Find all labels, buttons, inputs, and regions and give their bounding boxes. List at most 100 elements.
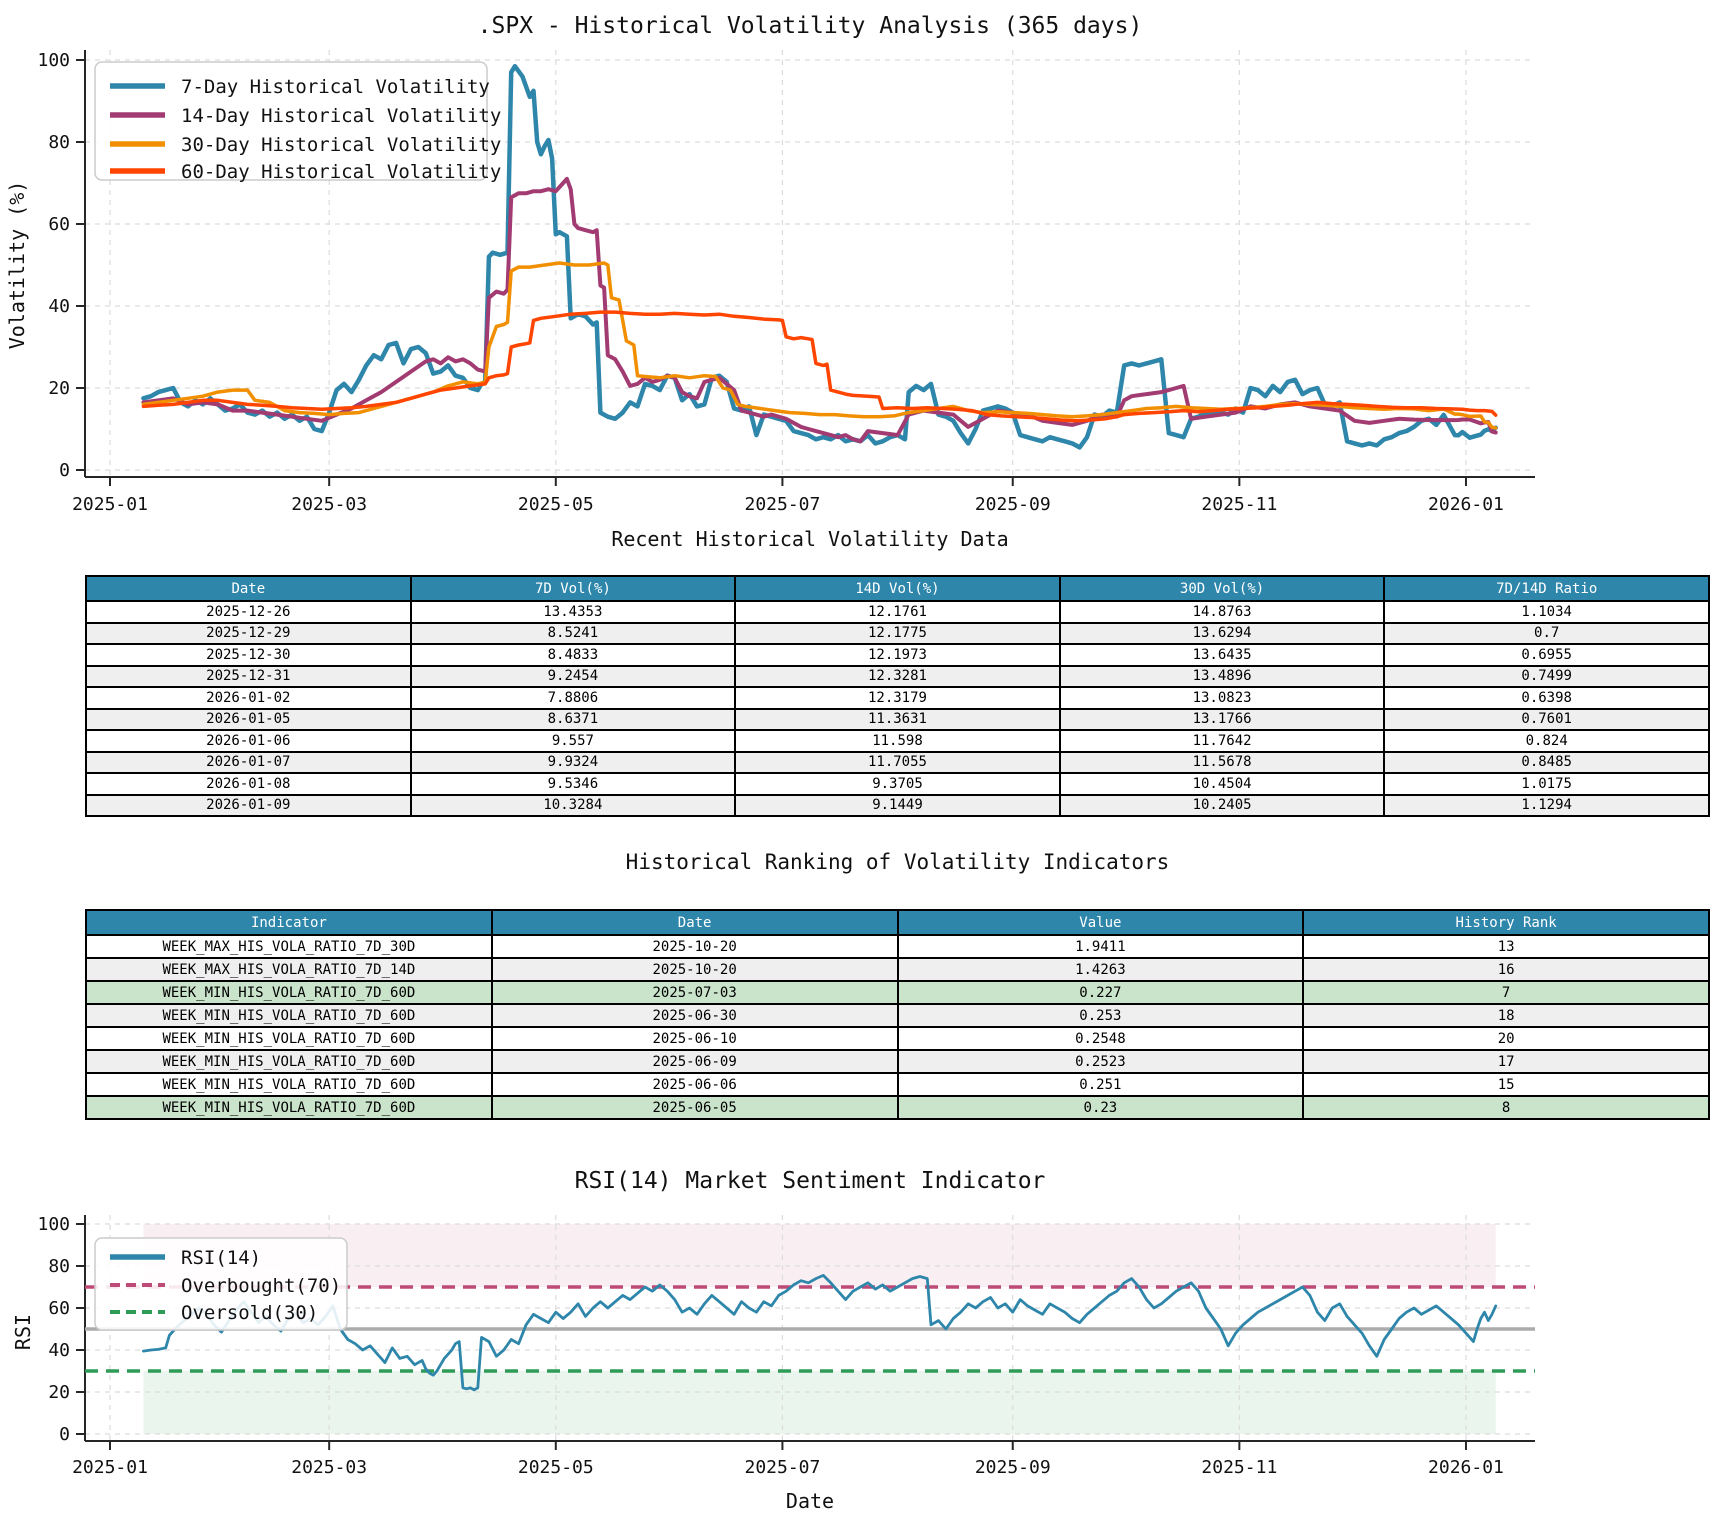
- legend-label: 14-Day Historical Volatility: [181, 105, 501, 127]
- cell: 0.6955: [1383, 643, 1710, 667]
- cell: 8.5241: [409, 621, 737, 645]
- cell: 0.7601: [1383, 707, 1710, 731]
- cell: 16: [1302, 957, 1710, 982]
- cell: 11.3631: [734, 707, 1061, 731]
- table-row: WEEK_MIN_HIS_VOLA_RATIO_7D_60D 2025-06-06…: [85, 1072, 1710, 1097]
- column-header: History Rank: [1302, 909, 1710, 936]
- cell: 12.3281: [734, 664, 1061, 688]
- series-line-1: [141, 176, 1498, 444]
- cell: 2025-06-05: [490, 1095, 899, 1120]
- ranking-table: Indicator Date Value History Rank WEEK_MAX_H…: [85, 909, 1710, 1120]
- cell: 2025-06-09: [490, 1049, 899, 1074]
- threshold-band: [143, 1371, 1496, 1434]
- table-row: 2026-01-07 9.9324 11.7055 11.5678 0.8485: [85, 750, 1710, 774]
- x-tick-label: 2025-03: [291, 494, 367, 515]
- cell: WEEK_MIN_HIS_VOLA_RATIO_7D_60D: [85, 980, 493, 1005]
- cell: 11.7055: [734, 750, 1061, 774]
- rsi-chart: 0 20 40 60 80 100 2025-01 2025-03 2025-05 2025-07…: [11, 1168, 1535, 1513]
- cell: 2025-12-30: [85, 643, 412, 667]
- cell: 13.4896: [1058, 664, 1386, 688]
- column-header: 14D Vol(%): [734, 575, 1061, 602]
- chart-title: RSI(14) Market Sentiment Indicator: [575, 1168, 1046, 1194]
- x-axis-label: Date: [786, 1489, 834, 1513]
- column-header: Date: [490, 909, 899, 936]
- cell: 15: [1302, 1072, 1710, 1097]
- cell: 2025-12-26: [85, 600, 412, 624]
- cell: 14.8763: [1058, 600, 1386, 624]
- cell: 1.1034: [1383, 600, 1710, 624]
- x-tick-label: 2025-07: [744, 1457, 820, 1478]
- cell: 8.6371: [409, 707, 737, 731]
- x-tick-label: 2025-01: [72, 1457, 148, 1478]
- cell: 1.9411: [896, 934, 1305, 959]
- cell: 7.8806: [409, 686, 737, 710]
- cell: 2026-01-05: [85, 707, 412, 731]
- cell: 0.7: [1383, 621, 1710, 645]
- x-axis-label: Recent Historical Volatility Data: [611, 527, 1008, 551]
- y-tick-label: 80: [48, 1256, 70, 1277]
- cell: 11.5678: [1058, 750, 1386, 774]
- y-axis-label: RSI: [11, 1314, 35, 1350]
- cell: 12.1775: [734, 621, 1061, 645]
- table-row: 2026-01-08 9.5346 9.3705 10.4504 1.0175: [85, 772, 1710, 796]
- y-tick-label: 40: [48, 1340, 70, 1361]
- cell: 2025-10-20: [490, 957, 899, 982]
- cell: 13.6435: [1058, 643, 1386, 667]
- x-tick-label: 2025-11: [1201, 1457, 1277, 1478]
- cell: 9.557: [409, 729, 737, 753]
- cell: 8.4833: [409, 643, 737, 667]
- table-header-row: Date 7D Vol(%) 14D Vol(%) 30D Vol(%) 7D/14D …: [85, 575, 1710, 602]
- x-tick-label: 2025-01: [72, 494, 148, 515]
- table-row: 2026-01-02 7.8806 12.3179 13.0823 0.6398: [85, 686, 1710, 710]
- table-row: 2025-12-30 8.4833 12.1973 13.6435 0.6955: [85, 643, 1710, 667]
- table-row: WEEK_MAX_HIS_VOLA_RATIO_7D_30D 2025-10-20…: [85, 934, 1710, 959]
- cell: 0.6398: [1383, 686, 1710, 710]
- cell: 2025-10-20: [490, 934, 899, 959]
- cell: 1.1294: [1383, 793, 1710, 817]
- chart-title: .SPX - Historical Volatility Analysis (3…: [478, 13, 1143, 39]
- cell: 10.2405: [1058, 793, 1386, 817]
- table-row: WEEK_MIN_HIS_VOLA_RATIO_7D_60D 2025-06-09…: [85, 1049, 1710, 1074]
- table-header-row: Indicator Date Value History Rank: [85, 909, 1710, 936]
- cell: 10.3284: [409, 793, 737, 817]
- cell: WEEK_MIN_HIS_VOLA_RATIO_7D_60D: [85, 1049, 493, 1074]
- cell: 2026-01-06: [85, 729, 412, 753]
- cell: 17: [1302, 1049, 1710, 1074]
- cell: 12.1761: [734, 600, 1061, 624]
- y-tick-label: 80: [48, 132, 70, 153]
- cell: 2026-01-07: [85, 750, 412, 774]
- cell: 20: [1302, 1026, 1710, 1051]
- column-header: 30D Vol(%): [1058, 575, 1386, 602]
- cell: 18: [1302, 1003, 1710, 1028]
- x-tick-label: 2025-05: [518, 494, 594, 515]
- cell: 1.4263: [896, 957, 1305, 982]
- table-row: WEEK_MIN_HIS_VOLA_RATIO_7D_60D 2025-06-10…: [85, 1026, 1710, 1051]
- cell: 0.2523: [896, 1049, 1305, 1074]
- cell: 9.9324: [409, 750, 737, 774]
- y-tick-label: 0: [59, 460, 70, 481]
- cell: 0.23: [896, 1095, 1305, 1120]
- cell: 10.4504: [1058, 772, 1386, 796]
- cell: 2026-01-08: [85, 772, 412, 796]
- table-row: WEEK_MIN_HIS_VOLA_RATIO_7D_60D 2025-06-05…: [85, 1095, 1710, 1120]
- cell: 13.6294: [1058, 621, 1386, 645]
- cell: 2025-12-29: [85, 621, 412, 645]
- x-tick-label: 2026-01: [1428, 1457, 1504, 1478]
- column-header: 7D/14D Ratio: [1383, 575, 1710, 602]
- cell: 0.227: [896, 980, 1305, 1005]
- x-tick-label: 2025-09: [975, 1457, 1051, 1478]
- legend-label: 30-Day Historical Volatility: [181, 134, 501, 156]
- table-row: 2026-01-06 9.557 11.598 11.7642 0.824: [85, 729, 1710, 753]
- cell: 12.3179: [734, 686, 1061, 710]
- cell: 8: [1302, 1095, 1710, 1120]
- volatility-chart: 0 20 40 60 80 100 2025-01 2025-03 2025-05 2025-07…: [5, 13, 1535, 551]
- table-row: 2025-12-31 9.2454 12.3281 13.4896 0.7499: [85, 664, 1710, 688]
- cell: 12.1973: [734, 643, 1061, 667]
- recent-volatility-table: Date 7D Vol(%) 14D Vol(%) 30D Vol(%) 7D/14D …: [85, 575, 1710, 817]
- x-tick-label: 2026-01: [1428, 494, 1504, 515]
- legend-label: RSI(14): [181, 1247, 261, 1269]
- x-tick-label: 2025-07: [744, 494, 820, 515]
- cell: WEEK_MAX_HIS_VOLA_RATIO_7D_30D: [85, 934, 493, 959]
- cell: 0.251: [896, 1072, 1305, 1097]
- cell: 1.0175: [1383, 772, 1710, 796]
